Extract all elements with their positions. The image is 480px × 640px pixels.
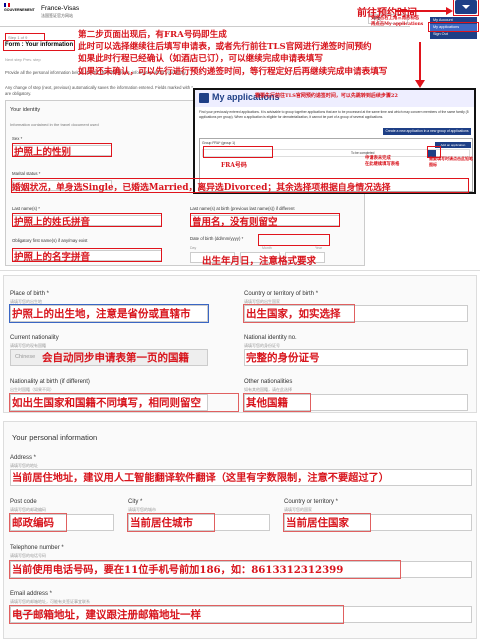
dob-label: Date of birth (dd/mm/yyyy) * [190, 236, 244, 241]
country-birth-label: Country or territory of birth * [244, 291, 319, 297]
marital-label: Marital status * [12, 171, 41, 176]
step-nav-links[interactable]: Next step Prev. step [5, 57, 41, 62]
annotation-fra: FRA号码 [221, 162, 247, 169]
annotation-address: 当前居住地址，建议用人工智能翻译软件翻译（这里有字数限制，注意不要超过了） [12, 472, 389, 484]
bottom-screenshot: Place of birth * 请填写您的出生地 护照上的出生地，注意是省份或… [0, 270, 480, 640]
nat-birth-label: Nationality at birth (if different) [10, 379, 90, 385]
city-label: City * [128, 499, 143, 505]
annotation-country: 当前居住国家 [286, 517, 349, 529]
user-menu-highlight [453, 0, 479, 16]
fra-number-highlight [203, 146, 273, 158]
personal-info-title: Your personal information [12, 433, 98, 442]
annotation-national-id: 完整的身份证号 [246, 352, 320, 364]
annotation-side-note: 先点击右上角三角形标志 再点击My applications [371, 16, 424, 27]
dob-highlight [258, 234, 330, 246]
annotation-postcode: 邮政编码 [12, 517, 54, 529]
sex-label: Sex * [12, 136, 23, 141]
annotation-nat-birth: 如出生国家和国籍不同填写，相同则留空 [12, 397, 201, 409]
annotation-current-nat: 会自动同步申请表第一页的国籍 [42, 352, 189, 364]
lastname-birth-label: Last name(s) at birth (previous last nam… [190, 206, 295, 211]
dob-month-label: Month [262, 246, 272, 250]
group-label: Group FRA* (group 1) [202, 141, 236, 145]
menu-sign-out[interactable]: Sign Out [430, 31, 477, 38]
flag-icon [4, 3, 10, 7]
site-subtitle: 法国签证官方网站 [41, 13, 73, 18]
country-label: Country or territory * [284, 499, 339, 505]
my-applications-highlight [428, 22, 479, 32]
annotation-step2: 第二步页面出现后，有FRA号码即生成 此时可以选择继续往后填写申请表，或者先行前… [78, 30, 388, 77]
phone-label: Telephone number * [10, 545, 64, 551]
identity-title: Your identity [10, 107, 41, 113]
current-nat-value: Chinese [15, 354, 36, 360]
dob-day-label: Day [190, 246, 197, 250]
place-birth-label: Place of birth * [10, 291, 50, 297]
new-group-button[interactable]: Create a new application in a new group … [383, 128, 471, 135]
arrow-right [395, 10, 447, 12]
form-title-highlight [3, 40, 75, 51]
form-autosave-note: Any change of step (next, previous) auto… [5, 85, 193, 96]
government-logo: GOUVERNEMENT [4, 3, 36, 21]
top-screenshot: GOUVERNEMENT France-Visas 法国签证官方网站 中文 St… [0, 0, 480, 268]
application-status: To be completed [351, 151, 375, 155]
annotation-phone: 当前使用电话号码，要在11位手机号前加186，如：8613312312399 [12, 564, 344, 576]
lastname-label: Last name(s) * [12, 206, 40, 211]
identity-subtitle: Information contained in the travel docu… [10, 122, 99, 127]
other-nat-label: Other nationalities [244, 379, 293, 385]
arrow-down-head [415, 80, 425, 88]
annotation-place-birth: 护照上的出生地，注意是省份或直辖市 [12, 308, 191, 320]
annotation-country-birth: 出生国家，如实选择 [246, 308, 341, 320]
firstname-label: Obligatory first name(s) if any/may exis… [12, 238, 88, 243]
address-label: Address * [10, 455, 37, 461]
annotation-edit: 需要填写时请点击此铅笔图标 [429, 156, 473, 167]
phone-sub: 请填写您的电话号码 [10, 553, 46, 558]
annotation-popup: 需要先行前往TLS官网预约递签时间，可以先跳转到后续步骤22 [255, 93, 398, 99]
national-id-label: National identity no. [244, 335, 297, 341]
email-label: Email address * [10, 591, 53, 597]
annotation-email: 电子邮箱地址，建议跟注册邮箱地址一样 [12, 609, 201, 621]
current-nat-label: Current nationality [10, 335, 59, 341]
folder-icon [199, 93, 209, 103]
arrow-down [419, 42, 421, 80]
postcode-label: Post code [10, 499, 37, 505]
dob-year-label: Year [315, 246, 323, 250]
site-title: France-Visas [41, 5, 80, 12]
annotation-row: 申请表未完成 在此继续填写表格 [365, 156, 400, 167]
popup-description: Find your previously entered application… [199, 110, 469, 119]
arrow-right-head [446, 7, 453, 15]
annotation-other-nat: 其他国籍 [246, 397, 288, 409]
annotation-dob: 出生年月日，注意格式要求 [202, 256, 317, 267]
header-divider [0, 26, 410, 27]
annotation-city: 当前居住城市 [130, 517, 193, 529]
